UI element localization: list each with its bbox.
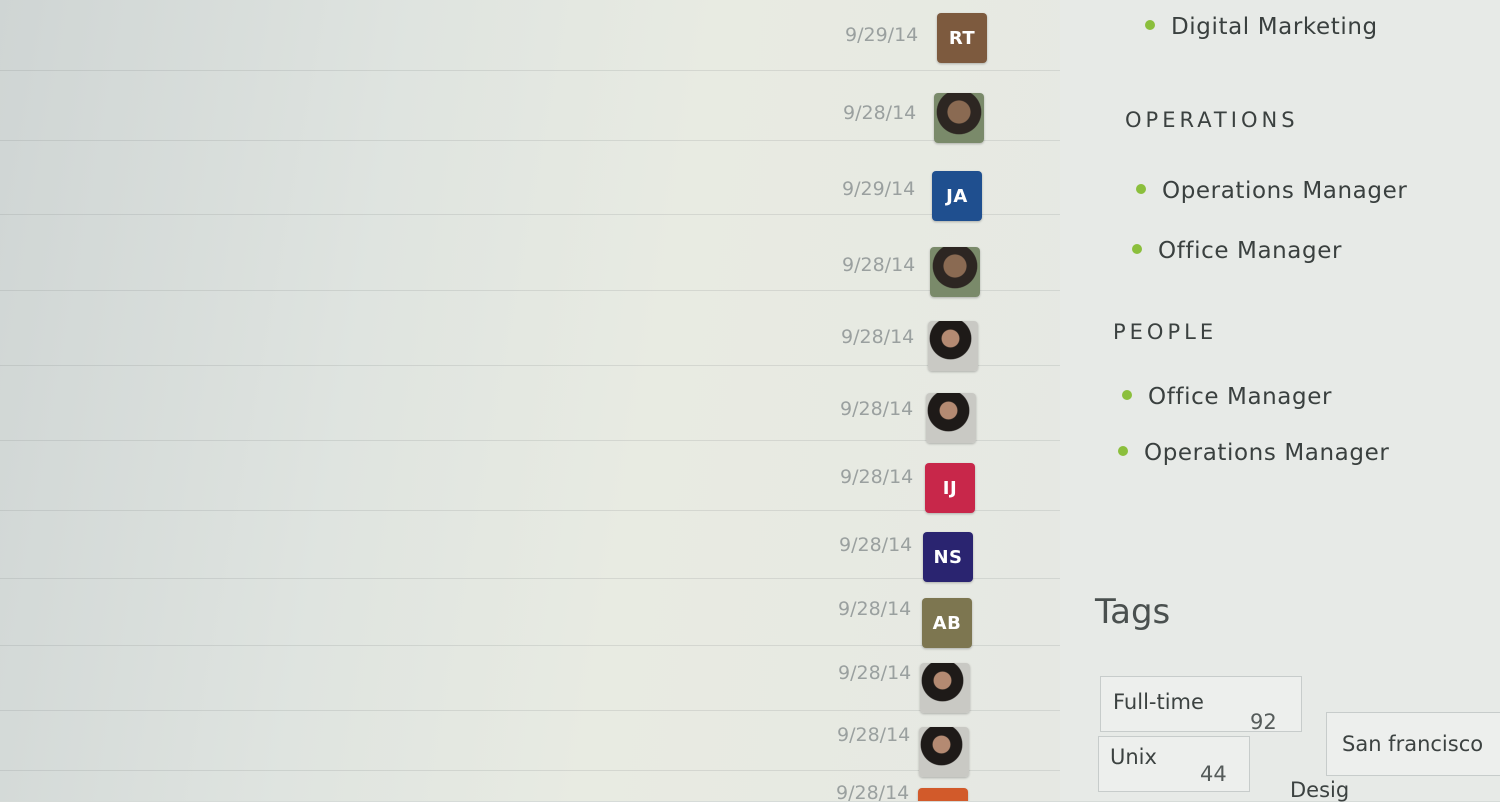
job-link[interactable]: Office Manager — [1122, 384, 1332, 410]
avatar[interactable] — [918, 788, 968, 801]
row-divider — [0, 578, 1060, 579]
avatar[interactable] — [919, 727, 969, 777]
avatar[interactable] — [930, 247, 980, 297]
avatar[interactable] — [928, 321, 978, 371]
avatar[interactable] — [934, 93, 984, 143]
tag-label: Full-time — [1113, 690, 1204, 714]
avatar[interactable] — [926, 393, 976, 443]
avatar[interactable]: IJ — [925, 463, 975, 513]
job-link[interactable]: Operations Manager — [1118, 440, 1389, 466]
row-divider — [0, 140, 1060, 141]
tags-heading: Tags — [1095, 592, 1171, 632]
tag-label: San francisco — [1342, 732, 1484, 756]
row-divider — [0, 290, 1060, 291]
bullet-icon — [1145, 19, 1155, 30]
row-divider — [0, 440, 1060, 441]
activity-date: 9/28/14 — [838, 662, 912, 684]
row-divider — [0, 214, 1060, 215]
activity-date: 9/28/14 — [840, 398, 914, 420]
row-divider — [0, 510, 1060, 511]
bullet-icon — [1136, 183, 1146, 194]
avatar[interactable]: RT — [937, 13, 987, 63]
activity-date: 9/28/14 — [843, 102, 917, 124]
row-divider — [0, 710, 1060, 711]
job-link[interactable]: Operations Manager — [1136, 178, 1407, 204]
avatar[interactable] — [920, 663, 970, 713]
activity-date: 9/28/14 — [842, 254, 916, 276]
job-link[interactable]: Office Manager — [1132, 238, 1342, 264]
row-divider — [0, 770, 1060, 771]
job-link[interactable]: Digital Marketing — [1145, 14, 1378, 40]
job-list-pane: 9/29/14 9/28/14 9/29/14 9/28/14 9/28/14 … — [0, 0, 1060, 801]
row-divider — [0, 365, 1060, 366]
bullet-icon — [1132, 243, 1142, 254]
tag-count: 44 — [1200, 762, 1227, 786]
bullet-icon — [1118, 445, 1128, 456]
activity-date: 9/28/14 — [836, 782, 910, 801]
section-heading-people: PEOPLE — [1113, 320, 1218, 344]
activity-date: 9/28/14 — [839, 534, 913, 556]
activity-date: 9/28/14 — [838, 598, 912, 620]
tag-count: 92 — [1250, 710, 1277, 734]
avatar[interactable]: AB — [922, 598, 972, 648]
tag-label: Unix — [1110, 745, 1157, 769]
tag-label: Desig — [1290, 778, 1350, 802]
activity-date: 9/29/14 — [845, 24, 919, 46]
bullet-icon — [1122, 389, 1132, 400]
section-heading-operations: OPERATIONS — [1125, 108, 1299, 132]
row-divider — [0, 70, 1060, 71]
activity-date: 9/29/14 — [842, 178, 916, 200]
activity-date: 9/28/14 — [841, 326, 915, 348]
row-divider — [0, 645, 1060, 646]
activity-date: 9/28/14 — [840, 466, 914, 488]
activity-date: 9/28/14 — [837, 724, 911, 746]
avatar[interactable]: NS — [923, 532, 973, 582]
avatar[interactable]: JA — [932, 171, 982, 221]
